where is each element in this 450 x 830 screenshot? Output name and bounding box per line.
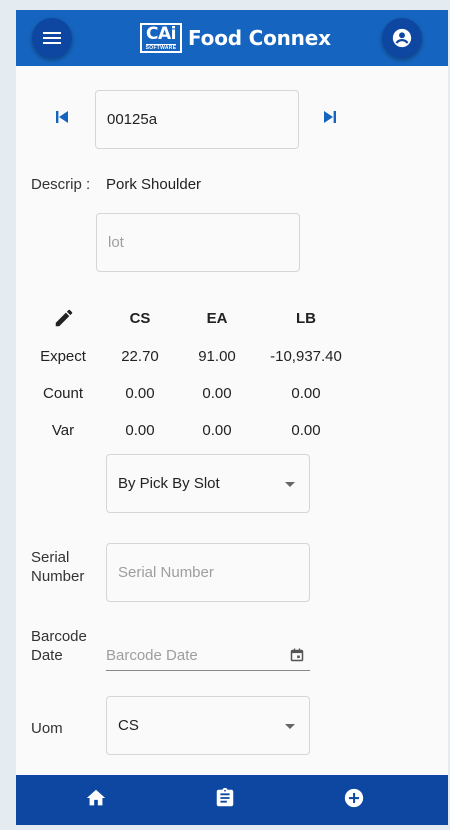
serial-number-input[interactable]: Serial Number: [106, 543, 310, 602]
top-app-bar: CAi SOFTWARE Food Connex: [16, 10, 448, 66]
cai-logo-mark: CAi SOFTWARE: [140, 23, 182, 53]
expect-ea-value: 91.00: [198, 348, 236, 365]
first-record-button[interactable]: [54, 110, 74, 126]
serial-number-label-line1: Serial: [31, 549, 70, 566]
column-header-ea: EA: [206, 310, 228, 327]
serial-number-placeholder: Serial Number: [118, 564, 214, 581]
menu-button[interactable]: [32, 18, 72, 58]
uom-label: Uom: [31, 720, 63, 737]
last-record-button[interactable]: [322, 110, 342, 126]
barcode-date-label-line2: Date: [31, 647, 63, 664]
skip-previous-icon: [56, 111, 68, 123]
menu-icon: [43, 32, 61, 44]
uom-value: CS: [118, 717, 139, 734]
lot-input[interactable]: lot: [96, 213, 300, 272]
bottom-navigation: [16, 775, 448, 825]
pencil-icon: [55, 309, 73, 327]
barcode-date-input[interactable]: Barcode Date: [106, 640, 310, 671]
dropdown-arrow-icon: [285, 724, 295, 729]
uom-select[interactable]: CS: [106, 696, 310, 755]
nav-add-button[interactable]: [343, 787, 365, 809]
pick-mode-select[interactable]: By Pick By Slot: [106, 454, 310, 513]
calendar-icon[interactable]: [290, 648, 304, 662]
row-label-var: Var: [51, 422, 75, 439]
home-icon: [86, 789, 106, 806]
nav-home-button[interactable]: [85, 787, 107, 809]
serial-number-label-line2: Number: [31, 568, 85, 585]
logo-main-text: CAi: [146, 23, 176, 44]
expect-lb-value: -10,937.40: [270, 348, 342, 365]
descrip-label: Descrip :: [31, 176, 91, 193]
lot-placeholder: lot: [108, 234, 124, 251]
skip-next-icon: [324, 111, 336, 123]
clipboard-icon: [216, 787, 234, 807]
var-ea-value: 0.00: [202, 422, 232, 439]
descrip-value: Pork Shoulder: [106, 176, 202, 193]
count-ea-value: 0.00: [202, 385, 232, 402]
account-button[interactable]: [382, 18, 422, 58]
row-label-count: Count: [42, 385, 84, 402]
account-circle-icon: [392, 28, 412, 48]
column-header-lb: LB: [296, 310, 316, 327]
var-lb-value: 0.00: [291, 422, 321, 439]
count-lb-value: 0.00: [291, 385, 321, 402]
row-label-expect: Expect: [40, 348, 86, 365]
logo-sub-text: SOFTWARE: [145, 43, 177, 51]
app-screen: CAi SOFTWARE Food Connex 00125a Descrip …: [16, 10, 448, 825]
barcode-date-label-line1: Barcode: [31, 628, 87, 645]
app-title: Food Connex: [188, 26, 331, 50]
dropdown-arrow-icon: [285, 482, 295, 487]
item-code-value: 00125a: [107, 111, 158, 128]
edit-quantities-button[interactable]: [53, 307, 75, 329]
app-logo: CAi SOFTWARE Food Connex: [140, 23, 331, 53]
barcode-date-placeholder: Barcode Date: [106, 646, 198, 664]
add-circle-icon: [344, 788, 364, 808]
nav-tasks-button[interactable]: [214, 787, 236, 809]
pick-mode-value: By Pick By Slot: [118, 475, 220, 492]
item-code-field[interactable]: 00125a: [95, 90, 299, 149]
